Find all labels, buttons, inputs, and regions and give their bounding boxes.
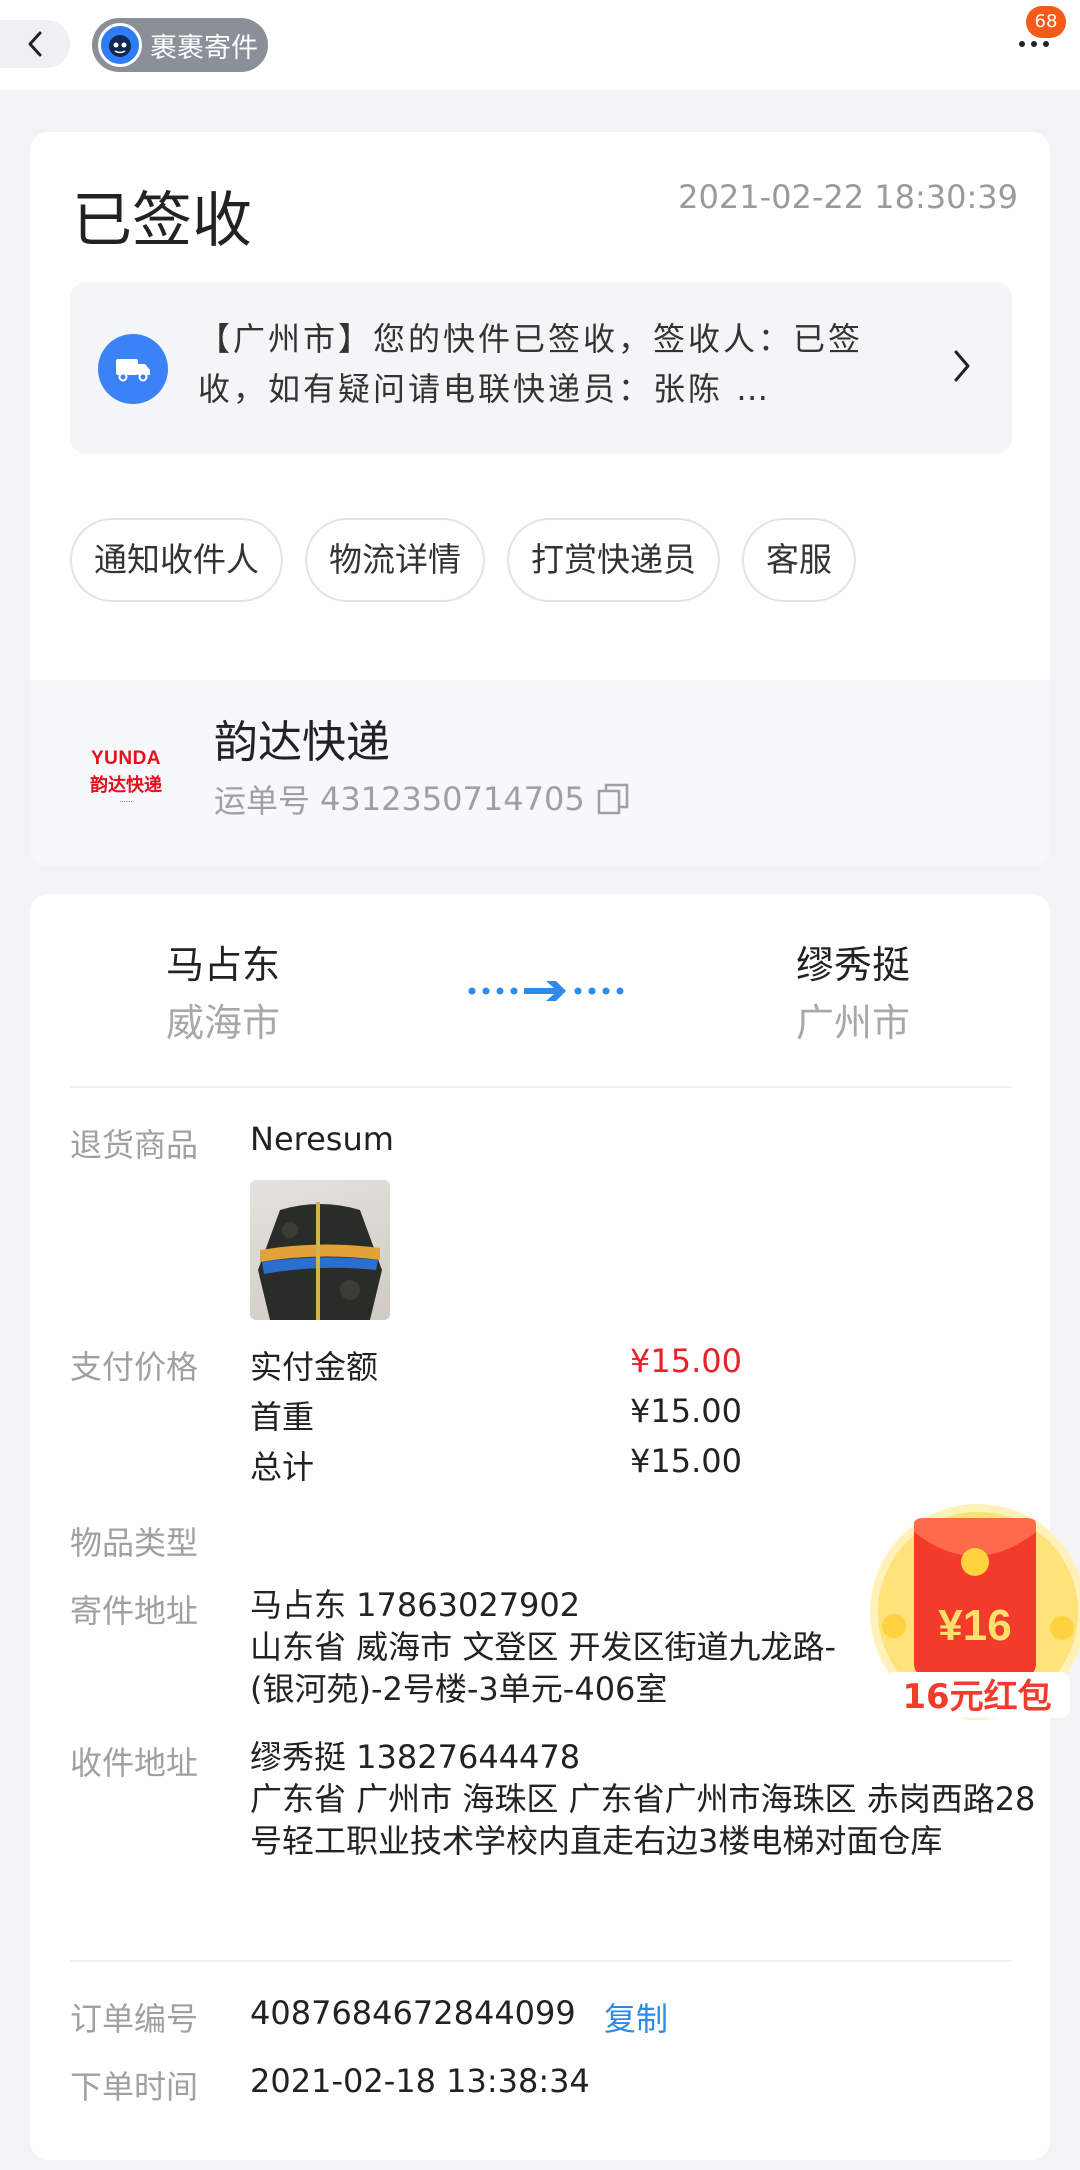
courier-name: 韵达快递: [214, 717, 390, 768]
tip-courier-button[interactable]: 打赏快递员: [507, 518, 720, 602]
notify-recipient-button[interactable]: 通知收件人: [70, 518, 283, 602]
total-value: ¥15.00: [630, 1442, 742, 1480]
sender-name: 马占东: [166, 943, 281, 987]
item-type-label: 物品类型: [70, 1524, 199, 1562]
divider: [70, 1960, 1012, 1962]
product-image[interactable]: [250, 1180, 390, 1320]
app-title-pill[interactable]: 裹裹寄件: [92, 18, 268, 72]
more-options-button[interactable]: [1014, 30, 1054, 60]
sender-full-address: 山东省 威海市 文登区 开发区街道九龙路-(银河苑)-2号楼-3单元-406室: [250, 1628, 837, 1708]
tracking-number: 4312350714705: [320, 780, 585, 818]
tracking-number-row: 运单号 4312350714705: [214, 776, 631, 822]
red-packet-promo[interactable]: ¥16 16元红包: [866, 1500, 1080, 1724]
red-packet-amount: ¥16: [938, 1601, 1011, 1650]
delivery-status-title: 已签收: [72, 186, 252, 256]
receiver-contact: 缪秀挺 13827644478: [250, 1738, 581, 1776]
copy-order-number-link[interactable]: 复制: [604, 1994, 668, 2040]
status-card: 已签收 2021-02-22 18:30:39 【广州市】您的快件已签收，签收人…: [30, 132, 1050, 866]
order-time-label: 下单时间: [70, 2068, 199, 2106]
app-name: 裹裹寄件: [150, 32, 258, 64]
latest-tracking-update[interactable]: 【广州市】您的快件已签收，签收人：已签收，如有疑问请电联快递员：张陈 …: [70, 282, 1012, 454]
courier-info: YUNDA 韵达快递 ······ 韵达快递 运单号 4312350714705: [30, 680, 1050, 866]
receiver-full-address: 广东省 广州市 海珠区 广东省广州市海珠区 赤岗西路28号轻工职业技术学校内直走…: [250, 1780, 1036, 1860]
paid-amount-label: 实付金额: [250, 1348, 379, 1386]
price-label: 支付价格: [70, 1348, 199, 1386]
latest-tracking-text: 【广州市】您的快件已签收，签收人：已签收，如有疑问请电联快递员：张陈 …: [198, 320, 864, 408]
top-bar: 裹裹寄件 68: [0, 0, 1080, 90]
action-buttons: 通知收件人 物流详情 打赏快递员 客服: [70, 518, 856, 602]
sender-city: 威海市: [166, 1001, 281, 1045]
chevron-right-icon: [954, 350, 970, 382]
back-button[interactable]: [0, 20, 70, 68]
receiver-address: 缪秀挺 13827644478 广东省 广州市 海珠区 广东省广州市海珠区 赤岗…: [250, 1736, 1040, 1862]
order-number-label: 订单编号: [70, 2000, 199, 2038]
order-time: 2021-02-18 13:38:34: [250, 2062, 590, 2100]
sender-address-label: 寄件地址: [70, 1592, 199, 1630]
logistics-details-button[interactable]: 物流详情: [305, 518, 485, 602]
receiver-city: 广州市: [796, 1001, 911, 1045]
copy-icon[interactable]: [595, 781, 631, 817]
first-weight-value: ¥15.00: [630, 1392, 742, 1430]
product-label: 退货商品: [70, 1126, 199, 1164]
order-number: 4087684672844099: [250, 1994, 576, 2032]
total-label: 总计: [250, 1448, 315, 1486]
red-packet-label: 16元红包: [902, 1677, 1051, 1717]
first-weight-label: 首重: [250, 1398, 315, 1436]
tracking-label: 运单号: [214, 782, 311, 820]
route-arrow-icon: [468, 981, 624, 1001]
divider: [70, 1086, 1012, 1088]
chevron-left-icon: [28, 31, 42, 57]
app-logo-icon: [98, 23, 142, 67]
paid-amount-value: ¥15.00: [630, 1342, 742, 1380]
customer-service-button[interactable]: 客服: [742, 518, 856, 602]
more-dots-icon: [1019, 41, 1049, 47]
receiver-name: 缪秀挺: [796, 943, 911, 987]
status-time: 2021-02-22 18:30:39: [678, 178, 1018, 216]
product-name: Neresum: [250, 1120, 394, 1158]
yunda-logo: YUNDA 韵达快递 ······: [90, 748, 162, 806]
truck-icon: [98, 334, 168, 404]
receiver-address-label: 收件地址: [70, 1744, 199, 1782]
